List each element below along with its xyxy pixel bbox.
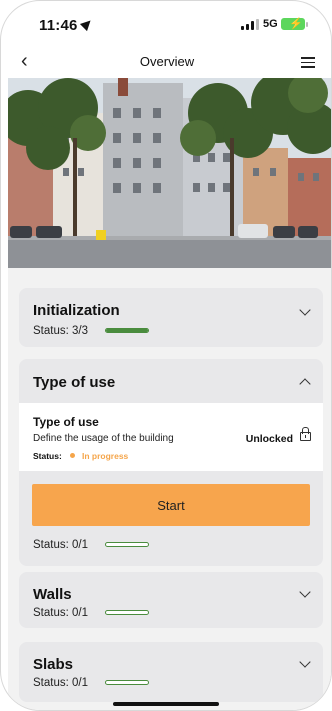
section-initialization[interactable]: Initialization Status: 3/3	[19, 288, 323, 347]
page-title: Overview	[139, 54, 195, 69]
progress-bar	[105, 328, 149, 333]
sections-list: Initialization Status: 3/3 Type of use T…	[8, 268, 331, 710]
section-title: Type of use	[33, 374, 116, 391]
building-photo-illustration	[8, 78, 331, 268]
task-status-label: Status:	[33, 451, 62, 461]
hamburger-menu-icon[interactable]	[301, 57, 315, 68]
section-title: Slabs	[33, 656, 74, 673]
network-type: 5G	[263, 18, 278, 30]
task-status-badge: In progress	[82, 451, 129, 461]
section-title: Walls	[33, 586, 72, 603]
section-slabs[interactable]: Slabs Status: 0/1	[19, 642, 323, 702]
lock-state-label: Unlocked	[245, 433, 293, 445]
progress-bar	[105, 610, 149, 615]
location-arrow-icon	[79, 16, 94, 32]
section-status: Status: 0/1	[33, 677, 88, 689]
cellular-signal-icon	[241, 19, 259, 30]
section-status: Status: 0/1	[33, 607, 88, 619]
section-status: Status: 3/3	[33, 325, 88, 337]
status-dot-icon	[70, 453, 75, 458]
start-button[interactable]: Start	[32, 484, 310, 526]
status-bar: 11:46 5G ⚡	[1, 1, 331, 47]
task-title: Type of use	[33, 415, 99, 429]
navigation-bar: ‹ Overview	[1, 47, 331, 77]
charging-bolt-icon: ⚡	[289, 18, 303, 30]
clock: 11:46	[39, 16, 94, 34]
chevron-up-icon[interactable]	[299, 378, 311, 390]
progress-fill	[106, 329, 148, 332]
section-type-of-use: Type of use Type of use Define the usage…	[19, 359, 323, 566]
building-photo	[8, 78, 331, 268]
phone-screen: 11:46 5G ⚡ ‹ Overview Initialization Sta…	[0, 0, 332, 711]
unlocked-lock-icon	[300, 427, 311, 441]
section-walls[interactable]: Walls Status: 0/1	[19, 572, 323, 628]
chevron-down-icon[interactable]	[299, 656, 311, 668]
battery-icon: ⚡	[281, 18, 308, 30]
chevron-down-icon[interactable]	[299, 586, 311, 598]
home-indicator[interactable]	[113, 702, 219, 706]
progress-bar	[105, 542, 149, 547]
task-description: Define the usage of the building	[33, 433, 174, 444]
task-card[interactable]: Type of use Define the usage of the buil…	[19, 403, 323, 471]
chevron-down-icon[interactable]	[299, 304, 311, 316]
section-title: Initialization	[33, 302, 120, 319]
progress-bar	[105, 680, 149, 685]
section-status: Status: 0/1	[33, 539, 88, 551]
